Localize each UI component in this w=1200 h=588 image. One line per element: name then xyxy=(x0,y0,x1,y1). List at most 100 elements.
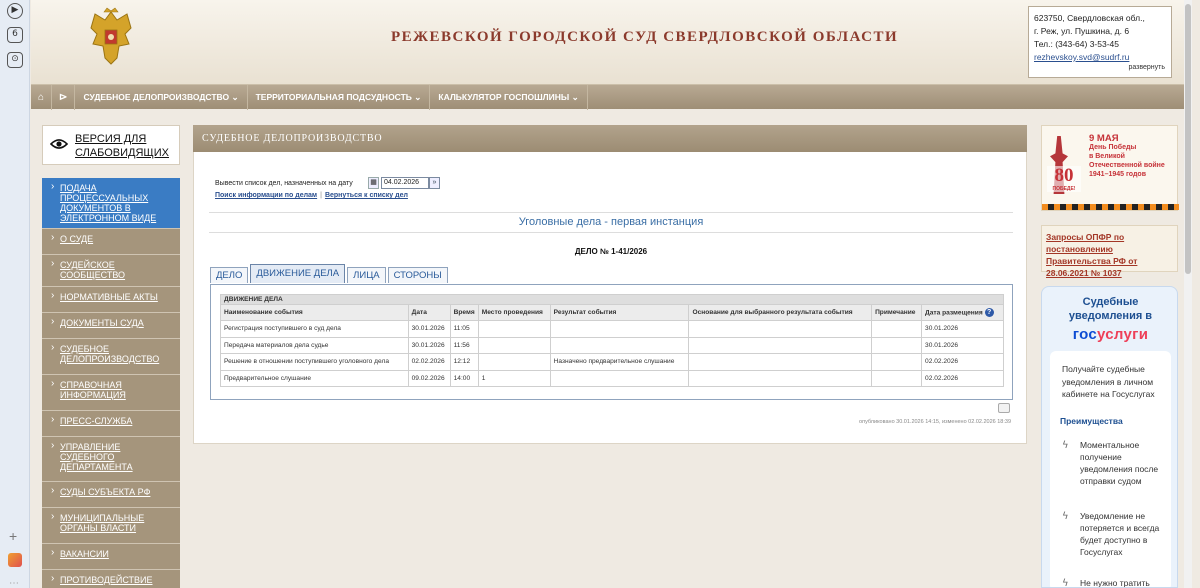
scrollbar-thumb[interactable] xyxy=(1185,4,1191,274)
contact-address-line2: г. Реж, ул. Пушкина, д. 6 xyxy=(1034,26,1130,36)
table-cell: 11:56 xyxy=(449,336,479,354)
table-cell: Регистрация поступившего в суд дела xyxy=(220,320,409,338)
date-input[interactable]: 04.02.2026 xyxy=(381,177,429,189)
victory-text: 9 МАЯ День Победы в Великой Отечественно… xyxy=(1089,134,1175,179)
tab-parties[interactable]: СТОРОНЫ xyxy=(387,267,448,283)
section-title: СУДЕБНОЕ ДЕЛОПРОИЗВОДСТВО xyxy=(202,133,383,144)
st-george-ribbon xyxy=(1042,204,1179,210)
column-header: Дата размещения? xyxy=(921,304,1004,321)
court-title: РЕЖЕВСКОЙ ГОРОДСКОЙ СУД СВЕРДЛОВСКОЙ ОБЛ… xyxy=(391,29,899,45)
page-scrollbar[interactable] xyxy=(1184,0,1192,588)
sidebar-item-region-courts[interactable]: СУДЫ СУБЪЕКТА РФ xyxy=(42,482,180,508)
case-number: ДЕЛО № 1-41/2026 xyxy=(574,247,648,256)
opfr-requests-box: Запросы ОПФР по постановлению Правительс… xyxy=(1041,225,1178,278)
sidebar-item-vacancies[interactable]: ВАКАНСИИ xyxy=(42,544,180,570)
table-cell xyxy=(688,369,873,387)
case-type-title: Уголовные дела - первая инстанция xyxy=(518,216,704,228)
table-cell xyxy=(477,336,551,354)
sitemap-icon[interactable]: ⊳ xyxy=(52,84,76,110)
sidebar-item-municipal[interactable]: МУНИЦИПАЛЬНЫЕ ОРГАНЫ ВЛАСТИ xyxy=(42,508,180,544)
column-header: Наименование события xyxy=(220,304,409,321)
help-icon[interactable]: ? xyxy=(984,308,994,317)
tab-case-movement[interactable]: ДВИЖЕНИЕ ДЕЛА xyxy=(250,264,346,283)
table-cell xyxy=(549,320,690,338)
column-header: Дата xyxy=(407,304,451,321)
tab-count-icon[interactable]: 6 xyxy=(7,27,23,43)
top-navigation: ⌂ ⊳ СУДЕБНОЕ ДЕЛОПРОИЗВОДСТВО ⌄ ТЕРРИТОР… xyxy=(31,84,1192,110)
nav-item-fee-calculator[interactable]: КАЛЬКУЛЯТОР ГОСПОШЛИНЫ ⌄ xyxy=(430,84,588,110)
victory-day-banner[interactable]: 80 ПОБЕДЕ! 9 МАЯ День Победы в Великой О… xyxy=(1041,125,1179,211)
search-cases-link[interactable]: Поиск информации по делам xyxy=(215,192,317,199)
sidebar-item-anticorruption[interactable]: ПРОТИВОДЕЙСТВИЕ xyxy=(42,570,180,588)
gosuslugi-widget: Судебные уведомления в госуслуги Получай… xyxy=(1041,286,1178,588)
sidebar-item-about[interactable]: О СУДЕ xyxy=(42,229,180,255)
sidebar-item-press[interactable]: ПРЕСС-СЛУЖБА xyxy=(42,411,180,437)
table-cell: 09.02.2026 xyxy=(407,369,451,387)
add-icon[interactable]: + xyxy=(9,528,17,544)
column-header: Результат события xyxy=(549,304,690,321)
victory-line: 1941–1945 годов xyxy=(1089,171,1147,178)
sidebar-item-regulations[interactable]: НОРМАТИВНЫЕ АКТЫ xyxy=(42,287,180,313)
coat-of-arms-icon xyxy=(90,7,132,65)
vi-label-line1: ВЕРСИЯ ДЛЯ xyxy=(75,133,147,145)
sidebar-item-electronic-filing[interactable]: ПОДАЧА ПРОЦЕССУАЛЬНЫХ ДОКУМЕНТОВ В ЭЛЕКТ… xyxy=(42,178,180,229)
nav-item-court-records[interactable]: СУДЕБНОЕ ДЕЛОПРОИЗВОДСТВО ⌄ xyxy=(75,84,248,110)
site-header: РЕЖЕВСКОЙ ГОРОДСКОЙ СУД СВЕРДЛОВСКОЙ ОБЛ… xyxy=(31,0,1192,84)
victory-line: Отечественной войне xyxy=(1089,162,1165,169)
screenshot-icon[interactable]: ⊙ xyxy=(7,52,23,68)
back-to-list-link[interactable]: Вернуться к списку дел xyxy=(325,192,408,199)
column-header: Основание для выбранного результата собы… xyxy=(688,304,873,321)
table-cell xyxy=(871,320,923,338)
tab-persons[interactable]: ЛИЦА xyxy=(347,267,386,283)
table-row: Решение в отношении поступившего уголовн… xyxy=(220,353,1004,371)
column-header: Примечание xyxy=(871,304,923,321)
case-movement-panel: ДВИЖЕНИЕ ДЕЛА Наименование события Дата … xyxy=(210,284,1013,400)
app-icon[interactable] xyxy=(8,553,22,567)
lightning-icon: ϟ xyxy=(1062,578,1069,588)
victory-number: 80 xyxy=(1054,165,1074,186)
table-header-row: Наименование события Дата Время Место пр… xyxy=(220,304,1004,321)
case-movement-table: ДВИЖЕНИЕ ДЕЛА Наименование события Дата … xyxy=(220,294,1004,387)
gosuslugi-title: Судебные уведомления в xyxy=(1042,295,1177,323)
table-cell: 1 xyxy=(477,369,551,387)
table-cell: Передача материалов дела судье xyxy=(220,336,409,354)
home-icon[interactable]: ⌂ xyxy=(31,84,53,110)
contact-phone: Тел.: (343-64) 3-53-45 xyxy=(1034,39,1119,49)
sidebar-item-court-records[interactable]: СУДЕБНОЕ ДЕЛОПРОИЗВОДСТВО xyxy=(42,339,180,375)
web-page: РЕЖЕВСКОЙ ГОРОДСКОЙ СУД СВЕРДЛОВСКОЙ ОБЛ… xyxy=(31,0,1192,588)
tab-count: 6 xyxy=(12,29,18,39)
expand-contacts-button[interactable]: развернуть xyxy=(1128,61,1165,74)
play-icon[interactable]: ▶ xyxy=(7,3,23,19)
table-cell: Предварительное слушание xyxy=(220,369,409,387)
column-header: Время xyxy=(449,304,479,321)
gosuslugi-intro: Получайте судебные уведомления в личном … xyxy=(1062,364,1155,399)
more-icon[interactable]: ⋯ xyxy=(9,578,19,588)
calendar-icon[interactable]: ▦ xyxy=(368,177,379,189)
print-icon[interactable] xyxy=(998,403,1010,413)
divider xyxy=(209,232,1013,233)
sidebar-menu: ПОДАЧА ПРОЦЕССУАЛЬНЫХ ДОКУМЕНТОВ В ЭЛЕКТ… xyxy=(42,178,180,588)
table-cell: 30.01.2026 xyxy=(921,320,1004,338)
tab-case[interactable]: ДЕЛО xyxy=(210,267,249,283)
vi-label-line2: СЛАБОВИДЯЩИХ xyxy=(75,147,169,159)
gosuslugi-title-line1: Судебные xyxy=(1082,296,1139,308)
table-row: Предварительное слушание 09.02.2026 14:00 1… xyxy=(220,369,1004,387)
sidebar-item-department[interactable]: УПРАВЛЕНИЕ СУДЕБНОГО ДЕПАРТАМЕНТА xyxy=(42,437,180,482)
opfr-requests-link[interactable]: Запросы ОПФР по постановлению Правительс… xyxy=(1046,232,1137,278)
table-caption-row: ДВИЖЕНИЕ ДЕЛА xyxy=(220,294,1004,305)
table-cell xyxy=(871,336,923,354)
advantages-heading: Преимущества xyxy=(1060,416,1123,426)
sidebar-item-judges[interactable]: СУДЕЙСКОЕ СООБЩЕСТВО xyxy=(42,255,180,287)
case-links: Поиск информации по делам | Вернуться к сп… xyxy=(215,192,408,199)
visually-impaired-version-link[interactable]: ВЕРСИЯ ДЛЯ СЛАБОВИДЯЩИХ xyxy=(42,125,180,165)
victory-word: ПОБЕДЕ! xyxy=(1052,186,1076,192)
section-header: СУДЕБНОЕ ДЕЛОПРОИЗВОДСТВО xyxy=(193,125,1027,152)
table-cell: Решение в отношении поступившего уголовн… xyxy=(220,353,409,371)
sidebar-item-documents[interactable]: ДОКУМЕНТЫ СУДА xyxy=(42,313,180,339)
table-row: Передача материалов дела судье 30.01.2026… xyxy=(220,336,1004,354)
column-header-label: Дата размещения xyxy=(925,309,983,317)
nav-item-jurisdiction[interactable]: ТЕРРИТОРИАЛЬНАЯ ПОДСУДНОСТЬ ⌄ xyxy=(248,84,431,110)
sidebar-item-reference[interactable]: СПРАВОЧНАЯ ИНФОРМАЦИЯ xyxy=(42,375,180,411)
date-submit-button[interactable]: » xyxy=(429,177,440,189)
gosuslugi-logo[interactable]: госуслуги xyxy=(1042,326,1177,343)
